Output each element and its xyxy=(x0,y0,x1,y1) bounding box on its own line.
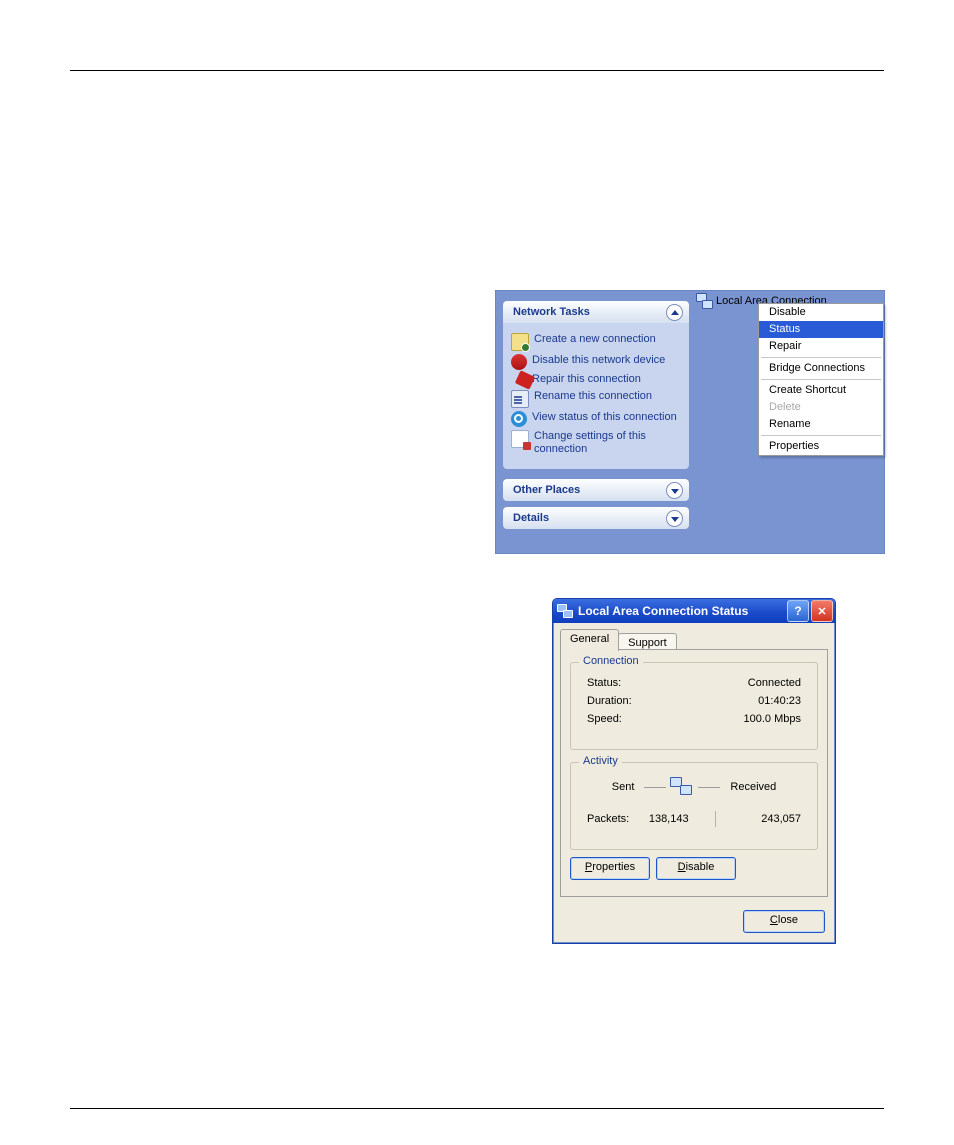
details-section: Details xyxy=(503,507,689,529)
properties-button[interactable]: Properties xyxy=(570,857,650,880)
duration-value: 01:40:23 xyxy=(758,695,801,707)
ctx-bridge[interactable]: Bridge Connections xyxy=(759,360,883,377)
tasks-header-label: Network Tasks xyxy=(513,306,590,318)
network-tasks-region: Network Tasks Create a new connection Di… xyxy=(495,290,885,554)
received-label: Received xyxy=(730,781,776,793)
ctx-create-shortcut[interactable]: Create Shortcut xyxy=(759,382,883,399)
tab-general[interactable]: General xyxy=(560,629,619,651)
other-places-section: Other Places xyxy=(503,479,689,501)
tasks-header[interactable]: Network Tasks xyxy=(503,301,689,323)
disable-button[interactable]: Disable xyxy=(656,857,736,880)
duration-key: Duration: xyxy=(587,695,632,707)
ctx-properties[interactable]: Properties xyxy=(759,438,883,455)
group-activity-legend: Activity xyxy=(579,755,622,767)
help-button[interactable]: ? xyxy=(787,600,809,622)
lan-icon xyxy=(696,293,712,309)
divider-icon xyxy=(715,811,716,827)
close-dialog-button[interactable]: Close xyxy=(743,910,825,933)
tab-sheet: Connection Status: Connected Duration: 01:… xyxy=(560,649,828,897)
task-repair-connection[interactable]: Repair this connection xyxy=(511,373,683,387)
ctx-separator xyxy=(761,379,881,380)
ctx-rename[interactable]: Rename xyxy=(759,416,883,433)
lan-icon xyxy=(557,603,573,619)
sent-label: Sent xyxy=(612,781,635,793)
task-create-connection[interactable]: Create a new connection xyxy=(511,333,683,351)
dialog-title: Local Area Connection Status xyxy=(578,604,748,618)
collapse-icon[interactable] xyxy=(666,304,683,321)
status-value: Connected xyxy=(748,677,801,689)
close-row: Close xyxy=(743,910,825,933)
packets-row: Packets: 138,143 243,057 xyxy=(587,811,801,827)
group-connection-legend: Connection xyxy=(579,655,643,667)
dash-icon xyxy=(644,787,666,788)
task-label: Create a new connection xyxy=(534,333,683,346)
ctx-separator xyxy=(761,435,881,436)
status-icon xyxy=(511,411,527,427)
task-change-settings[interactable]: Change settings of this connection xyxy=(511,430,683,456)
dash-icon xyxy=(698,787,720,788)
group-connection: Connection Status:Connected Duration:01:… xyxy=(570,662,818,750)
task-disable-device[interactable]: Disable this network device xyxy=(511,354,683,370)
ctx-delete: Delete xyxy=(759,399,883,416)
context-menu: Disable Status Repair Bridge Connections… xyxy=(758,303,884,456)
packets-sent: 138,143 xyxy=(629,813,688,825)
speed-value: 100.0 Mbps xyxy=(744,713,801,725)
group-activity: Activity Sent Received Packets: 138,143 … xyxy=(570,762,818,850)
status-key: Status: xyxy=(587,677,621,689)
page-rule-top xyxy=(70,70,884,71)
button-row: Properties Disable xyxy=(570,857,736,880)
packets-received: 243,057 xyxy=(742,813,801,825)
rename-icon xyxy=(511,390,529,408)
new-connection-icon xyxy=(511,333,529,351)
task-view-status[interactable]: View status of this connection xyxy=(511,411,683,427)
ctx-separator xyxy=(761,357,881,358)
expand-icon[interactable] xyxy=(666,510,683,527)
activity-labels: Sent Received xyxy=(571,777,817,797)
task-label: Change settings of this connection xyxy=(534,430,683,456)
ctx-disable[interactable]: Disable xyxy=(759,304,883,321)
other-places-header[interactable]: Other Places xyxy=(503,479,689,501)
task-label: View status of this connection xyxy=(532,411,683,424)
details-label: Details xyxy=(513,512,549,524)
tasks-pane: Network Tasks Create a new connection Di… xyxy=(503,301,689,529)
close-button[interactable]: ✕ xyxy=(811,600,833,622)
other-places-label: Other Places xyxy=(513,484,580,496)
speed-key: Speed: xyxy=(587,713,622,725)
task-label: Rename this connection xyxy=(534,390,683,403)
ctx-repair[interactable]: Repair xyxy=(759,338,883,355)
tasks-body: Create a new connection Disable this net… xyxy=(503,323,689,469)
dialog-titlebar[interactable]: Local Area Connection Status ? ✕ xyxy=(553,599,835,623)
page-rule-bottom xyxy=(70,1108,884,1109)
tab-bar: General Support xyxy=(560,629,676,651)
task-rename-connection[interactable]: Rename this connection xyxy=(511,390,683,408)
ctx-status[interactable]: Status xyxy=(759,321,883,338)
task-label: Repair this connection xyxy=(532,373,683,386)
expand-icon[interactable] xyxy=(666,482,683,499)
disable-icon xyxy=(511,354,527,370)
activity-icon xyxy=(670,777,694,797)
settings-icon xyxy=(511,430,529,448)
status-dialog: Local Area Connection Status ? ✕ General… xyxy=(552,598,836,944)
packets-key: Packets: xyxy=(587,813,629,825)
details-header[interactable]: Details xyxy=(503,507,689,529)
task-label: Disable this network device xyxy=(532,354,683,367)
